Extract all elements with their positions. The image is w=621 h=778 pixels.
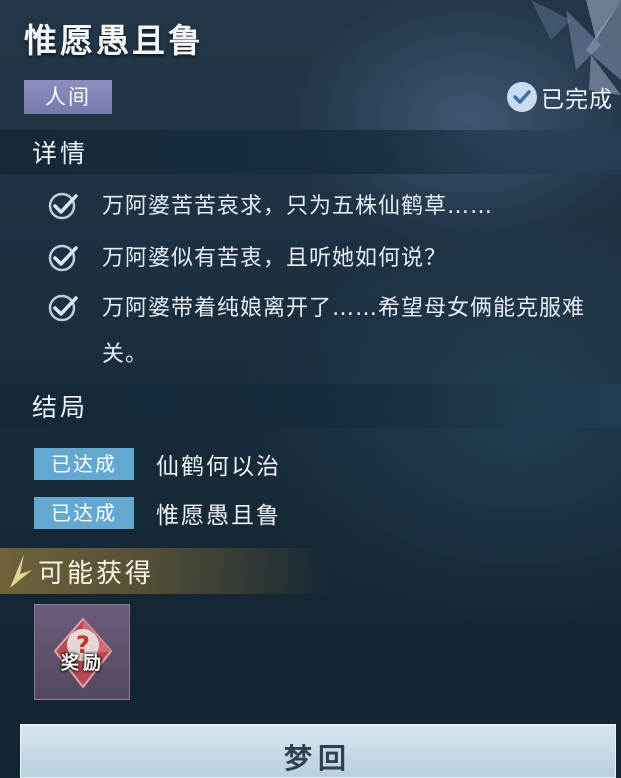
ending-name: 仙鹤何以治	[156, 454, 281, 480]
ending-name: 惟愿愚且鲁	[156, 503, 281, 529]
rewards-section-header: 可能获得	[0, 548, 330, 594]
detail-text: 万阿婆带着纯娘离开了……希望母女俩能克服难关。	[102, 296, 586, 367]
status-text: 已完成	[541, 87, 613, 113]
achieved-badge: 已达成	[34, 497, 134, 529]
detail-text: 万阿婆似有苦衷，且听她如何说？	[102, 246, 448, 271]
detail-item: 万阿婆似有苦衷，且听她如何说？	[46, 242, 447, 276]
details-section-header: 详情	[0, 130, 621, 174]
status-badge: 已完成	[507, 80, 613, 114]
page-title: 惟愿愚且鲁	[24, 21, 204, 60]
check-icon	[48, 244, 78, 272]
detail-text: 万阿婆苦苦哀求，只为五株仙鹤草……	[102, 194, 494, 219]
dream-return-button[interactable]: 梦回	[20, 724, 616, 778]
ending-row: 已达成 仙鹤何以治	[34, 447, 281, 481]
endings-heading: 结局	[32, 393, 89, 422]
reward-item[interactable]: ? 奖励	[34, 604, 130, 700]
detail-item: 万阿婆苦苦哀求，只为五株仙鹤草……	[46, 190, 493, 224]
check-circle-icon	[507, 82, 537, 112]
endings-section-header: 结局	[0, 384, 621, 428]
details-heading: 详情	[32, 139, 89, 168]
reward-label: 奖励	[61, 653, 105, 674]
region-tag: 人间	[24, 80, 112, 114]
detail-item: 万阿婆带着纯娘离开了……希望母女俩能克服难关。	[46, 292, 621, 378]
dream-return-label: 梦回	[283, 742, 352, 775]
rewards-heading: 可能获得	[38, 559, 155, 589]
ending-row: 已达成 惟愿愚且鲁	[34, 496, 281, 530]
achieved-badge: 已达成	[34, 448, 134, 480]
check-icon	[48, 192, 78, 220]
sparkle-icon	[10, 554, 32, 588]
check-icon	[48, 294, 78, 322]
